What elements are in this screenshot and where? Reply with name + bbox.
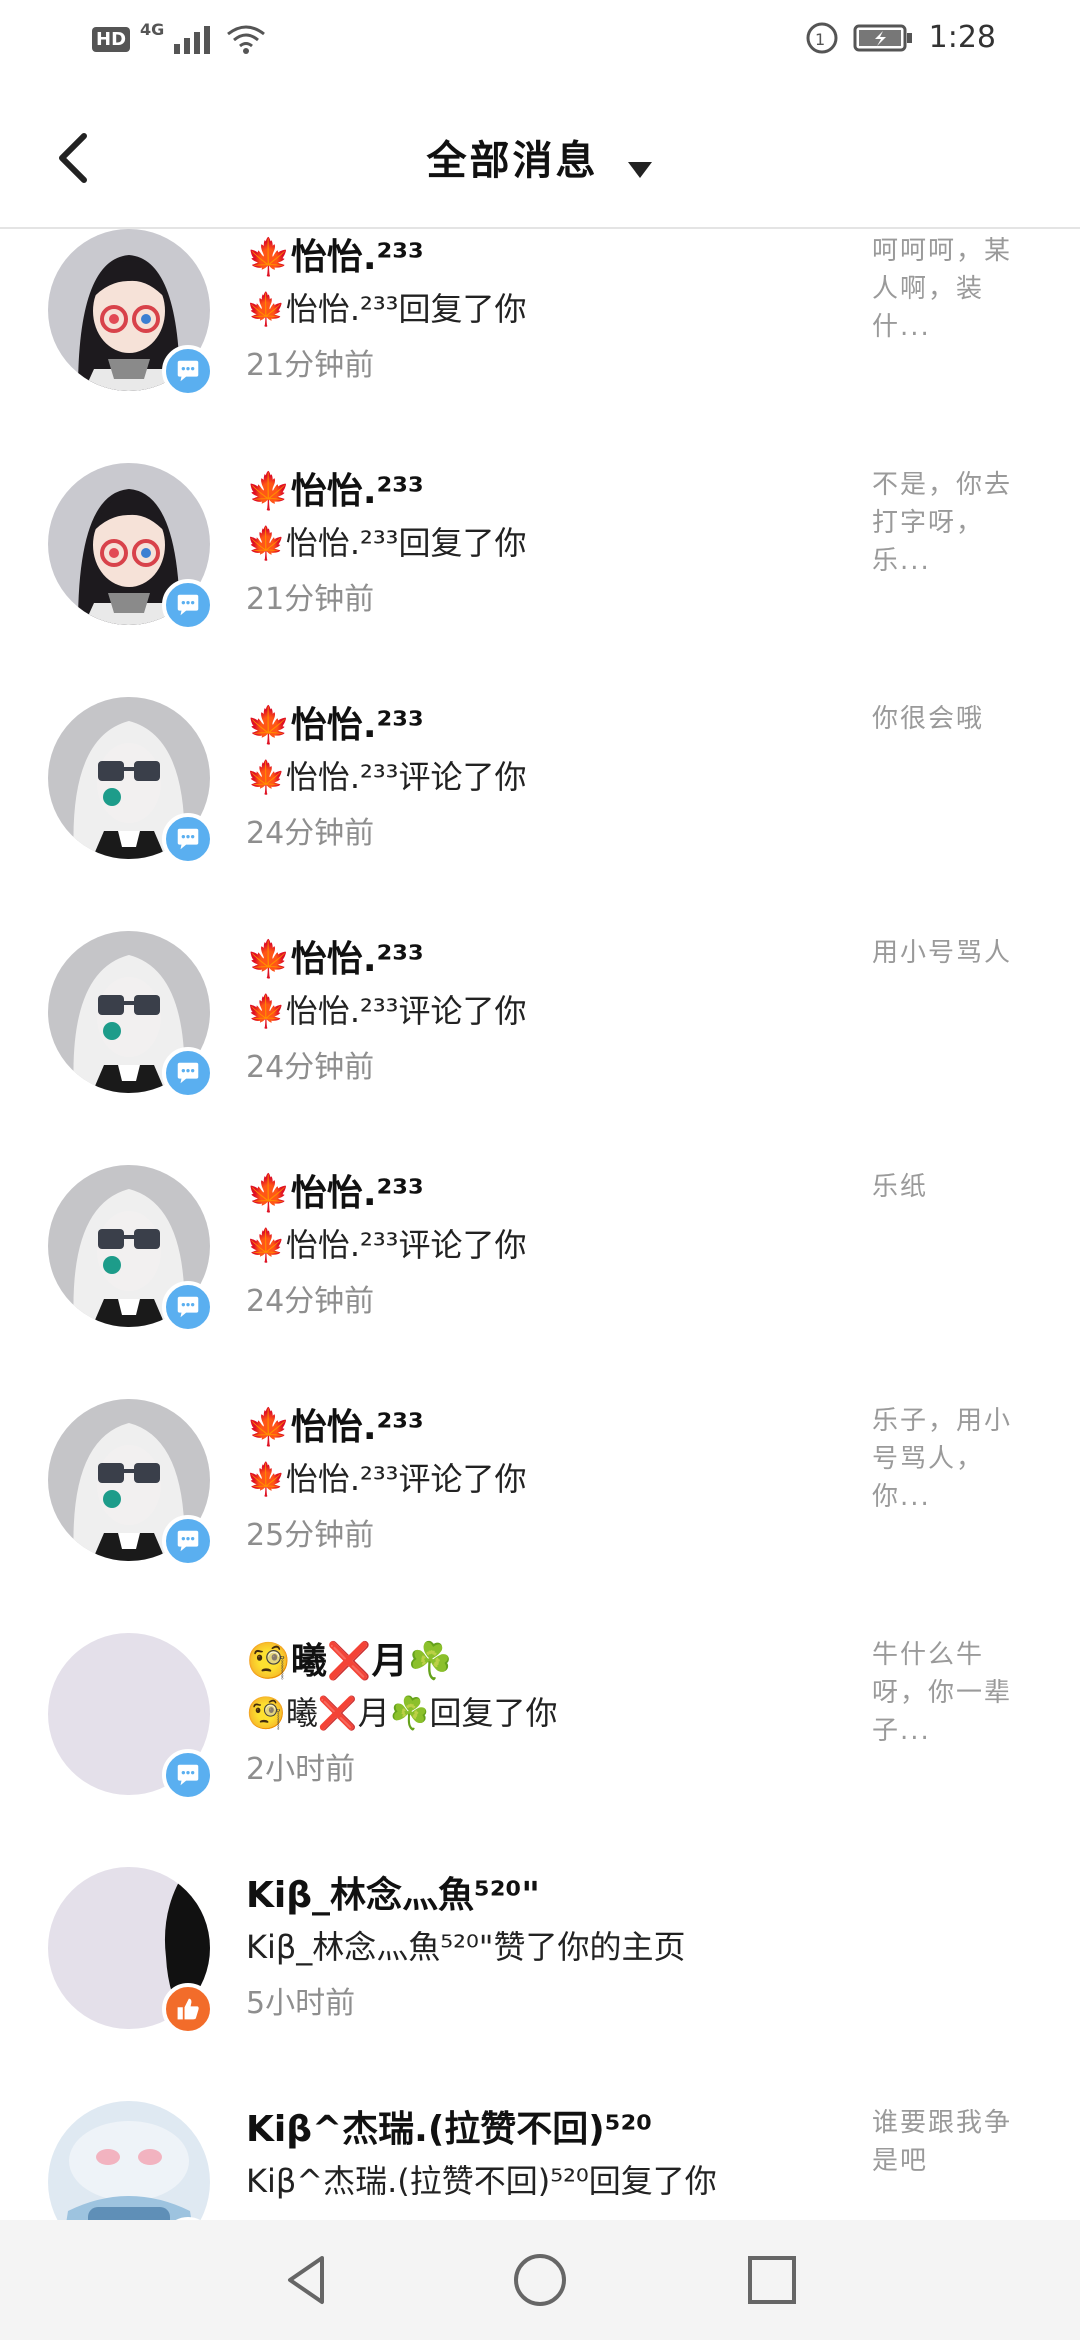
recents-square-icon[interactable] xyxy=(740,2248,804,2312)
system-nav-bar xyxy=(0,2220,1080,2340)
message-row[interactable]: 🍁怡怡.²³³ 🍁怡怡.²³³评论了你 24分钟前 乐纸 xyxy=(0,1140,1080,1374)
avatar[interactable] xyxy=(48,2101,214,2220)
sender-name[interactable]: 🍁怡怡.²³³ xyxy=(246,930,424,982)
message-row[interactable]: 🍁怡怡.²³³ 🍁怡怡.²³³评论了你 24分钟前 你很会哦 xyxy=(0,672,1080,906)
message-row[interactable]: Kiβ^杰瑞.(拉赞不回)⁵²⁰ Kiβ^杰瑞.(拉赞不回)⁵²⁰回复了你 谁要跟我… xyxy=(0,2076,1080,2220)
message-preview: 不是，你去打字呀，乐... xyxy=(872,470,1013,576)
message-row[interactable]: 🧐曦❌月☘️ 🧐曦❌月☘️回复了你 2小时前 牛什么牛呀，你一辈子... xyxy=(0,1608,1080,1842)
wifi-icon xyxy=(227,25,266,54)
avatar-image xyxy=(48,2101,210,2220)
message-time: 5小时前 xyxy=(246,1986,356,2021)
message-action: 🍁怡怡.²³³回复了你 xyxy=(246,290,527,328)
message-action: 🍁怡怡.²³³回复了你 xyxy=(246,524,527,562)
message-time: 2小时前 xyxy=(246,1752,356,1787)
avatar[interactable] xyxy=(48,1399,214,1567)
status-left: HD 4G xyxy=(92,20,266,54)
comment-badge-icon xyxy=(162,1515,214,1567)
page-title: 全部消息 xyxy=(426,138,599,184)
message-preview: 你很会哦 xyxy=(872,704,985,734)
message-action: 🍁怡怡.²³³评论了你 xyxy=(246,992,527,1030)
message-time: 24分钟前 xyxy=(246,1050,375,1085)
message-time: 24分钟前 xyxy=(246,816,375,851)
message-row[interactable]: 🍁怡怡.²³³ 🍁怡怡.²³³评论了你 24分钟前 用小号骂人 xyxy=(0,906,1080,1140)
comment-badge-icon xyxy=(162,579,214,631)
avatar[interactable] xyxy=(48,931,214,1099)
message-preview: 用小号骂人 xyxy=(872,938,1013,968)
message-time: 21分钟前 xyxy=(246,582,375,617)
hd-badge: HD xyxy=(92,26,131,52)
header: 全部消息 xyxy=(0,84,1080,229)
sender-name[interactable]: 🍁怡怡.²³³ xyxy=(246,229,424,280)
status-bar: HD 4G 1 1:28 xyxy=(0,0,1080,84)
comment-badge-icon xyxy=(162,1047,214,1099)
svg-text:1: 1 xyxy=(815,30,825,49)
comment-badge-icon xyxy=(162,345,214,397)
message-action: 🍁怡怡.²³³评论了你 xyxy=(246,1226,527,1264)
avatar[interactable] xyxy=(48,463,214,631)
signal-icon xyxy=(174,26,211,54)
avatar[interactable] xyxy=(48,697,214,865)
message-row[interactable]: 🍁怡怡.²³³ 🍁怡怡.²³³评论了你 25分钟前 乐子，用小号骂人，你... xyxy=(0,1374,1080,1608)
avatar[interactable] xyxy=(48,1165,214,1333)
message-row[interactable]: 🍁怡怡.²³³ 🍁怡怡.²³³回复了你 21分钟前 呵呵呵，某人啊，装什... xyxy=(0,229,1080,438)
sender-name[interactable]: 🍁怡怡.²³³ xyxy=(246,696,424,748)
message-row[interactable]: 🍁怡怡.²³³ 🍁怡怡.²³³回复了你 21分钟前 不是，你去打字呀，乐... xyxy=(0,438,1080,672)
network-type: 4G xyxy=(140,19,165,39)
message-time: 21分钟前 xyxy=(246,348,375,383)
message-preview: 乐纸 xyxy=(872,1172,929,1202)
home-circle-icon[interactable] xyxy=(508,2248,572,2312)
avatar[interactable] xyxy=(48,1633,214,1801)
avatar[interactable] xyxy=(48,1867,214,2035)
message-list: 🍁怡怡.²³³ 🍁怡怡.²³³回复了你 21分钟前 呵呵呵，某人啊，装什... 🍁怡怡.… xyxy=(0,229,1080,2220)
battery-icon xyxy=(853,24,912,51)
message-action: 🍁怡怡.²³³评论了你 xyxy=(246,1460,527,1498)
sync-icon: 1 xyxy=(806,22,838,53)
message-preview: 乐子，用小号骂人，你... xyxy=(872,1406,1013,1512)
message-time: 25分钟前 xyxy=(246,1518,375,1553)
sender-name[interactable]: Kiβ_林念灬魚⁵²⁰" xyxy=(246,1866,540,1918)
message-preview: 呵呵呵，某人啊，装什... xyxy=(872,236,1013,342)
message-action: Kiβ^杰瑞.(拉赞不回)⁵²⁰回复了你 xyxy=(246,2162,717,2200)
message-row[interactable]: Kiβ_林念灬魚⁵²⁰" Kiβ_林念灬魚⁵²⁰"赞了你的主页 5小时前 xyxy=(0,1842,1080,2076)
like-badge-icon xyxy=(162,1983,214,2035)
sender-name[interactable]: 🧐曦❌月☘️ xyxy=(246,1632,452,1684)
comment-badge-icon xyxy=(162,1281,214,1333)
triangle-down-icon xyxy=(627,161,652,178)
back-triangle-icon[interactable] xyxy=(276,2248,340,2312)
message-action: Kiβ_林念灬魚⁵²⁰"赞了你的主页 xyxy=(246,1928,686,1966)
sender-name[interactable]: 🍁怡怡.²³³ xyxy=(246,1164,424,1216)
message-time: 24分钟前 xyxy=(246,1284,375,1319)
comment-badge-icon xyxy=(162,1749,214,1801)
sender-name[interactable]: 🍁怡怡.²³³ xyxy=(246,1398,424,1450)
sender-name[interactable]: 🍁怡怡.²³³ xyxy=(246,462,424,514)
message-action: 🍁怡怡.²³³评论了你 xyxy=(246,758,527,796)
message-preview: 牛什么牛呀，你一辈子... xyxy=(872,1640,1013,1746)
clock: 1:28 xyxy=(928,20,996,55)
comment-badge-icon xyxy=(162,813,214,865)
status-right: 1 1:28 xyxy=(805,20,996,55)
message-action: 🧐曦❌月☘️回复了你 xyxy=(246,1694,558,1732)
avatar[interactable] xyxy=(48,229,214,397)
message-preview: 谁要跟我争是吧 xyxy=(872,2108,1013,2176)
title-dropdown[interactable]: 全部消息 xyxy=(0,128,1080,186)
sender-name[interactable]: Kiβ^杰瑞.(拉赞不回)⁵²⁰ xyxy=(246,2100,652,2152)
